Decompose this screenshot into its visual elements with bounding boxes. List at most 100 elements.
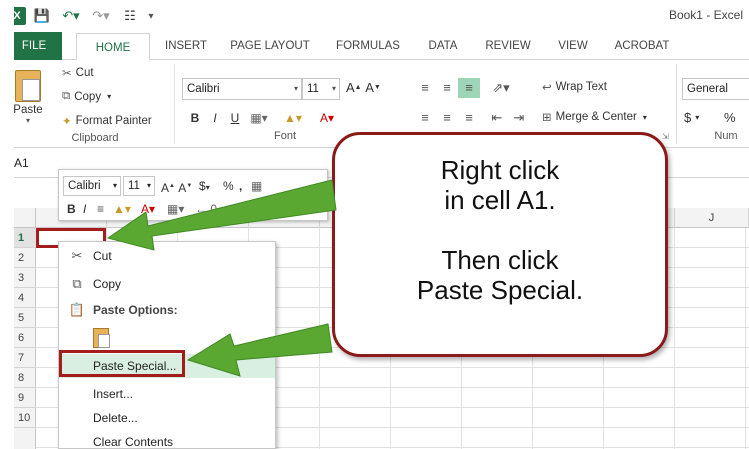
paste-special-highlight (59, 350, 185, 377)
column-header-j[interactable]: J (675, 208, 749, 228)
wrap-text-button[interactable]: ↩ Wrap Text (542, 80, 607, 94)
context-menu: ✂ Cut ⧉ Copy 📋 Paste Options: Paste Special… (58, 241, 276, 449)
row-header-3[interactable]: 3 (14, 268, 36, 288)
dialog-launcher-icon[interactable]: ⇲ (662, 132, 669, 141)
mini-font-color-icon[interactable]: A▾ (141, 200, 155, 218)
row-headers: 1 2 3 4 5 6 7 8 9 10 (14, 228, 36, 449)
tab-formulas[interactable]: FORMULAS (328, 32, 408, 60)
row-header-8[interactable]: 8 (14, 368, 36, 388)
align-bottom-icon[interactable]: ≡ (458, 78, 480, 98)
tab-file[interactable]: FILE (6, 32, 62, 60)
paste-option-icon[interactable] (91, 326, 111, 350)
mini-fill-color-icon[interactable]: ▲▾ (113, 200, 131, 218)
align-right-icon[interactable]: ≡ (458, 108, 480, 128)
underline-button[interactable]: U (226, 108, 244, 128)
cut-button[interactable]: ✂ Cut (62, 66, 94, 80)
merge-icon: ⊞ (542, 112, 552, 124)
fill-color-icon[interactable]: ▲▾ (276, 108, 310, 128)
number-format-combo[interactable]: General (682, 78, 749, 100)
align-middle-icon[interactable]: ≡ (436, 78, 458, 98)
font-group-label: Font (273, 130, 296, 142)
scissors-icon: ✂ (62, 68, 72, 80)
mini-grow-shrink-font[interactable]: A▲ A▼ (161, 177, 192, 195)
currency-button[interactable]: $ ▾ (684, 110, 699, 125)
mini-borders-icon[interactable]: ▦▾ (167, 200, 184, 218)
mini-bold-button[interactable]: B (67, 200, 76, 218)
format-painter-button[interactable]: ✦ Format Painter (62, 114, 152, 128)
copy-icon: ⧉ (72, 276, 82, 291)
chevron-down-icon: ▾ (146, 181, 151, 190)
callout-text: Right click in cell A1. Then click Paste… (416, 155, 584, 305)
scissors-icon: ✂ (71, 248, 83, 263)
ribbon-separator (676, 64, 677, 144)
font-color-icon[interactable]: A▾ (312, 108, 342, 128)
instruction-callout: Right click in cell A1. Then click Paste… (332, 132, 668, 357)
save-icon[interactable]: 💾 (34, 6, 50, 26)
row-header-9[interactable]: 9 (14, 388, 36, 408)
font-size-combo[interactable]: 11 ▾ (302, 78, 340, 100)
undo-icon[interactable]: ↶▾ (58, 6, 84, 26)
number-group-label: Num (714, 130, 738, 142)
decrease-indent-icon[interactable]: ⇤ (486, 108, 508, 128)
orientation-icon[interactable]: ⇗▾ (486, 78, 516, 98)
font-name-combo[interactable]: Calibri ▾ (182, 78, 302, 100)
borders-icon[interactable]: ▦▾ (246, 108, 272, 128)
select-all-corner[interactable] (14, 208, 36, 228)
italic-button[interactable]: I (206, 108, 224, 128)
row-header-4[interactable]: 4 (14, 288, 36, 308)
tab-review[interactable]: REVIEW (478, 32, 538, 60)
menu-item-copy[interactable]: ⧉ Copy (59, 272, 275, 296)
chevron-down-icon: ▾ (205, 183, 210, 192)
increase-indent-icon[interactable]: ⇥ (508, 108, 530, 128)
row-header-1[interactable]: 1 (14, 228, 36, 248)
tab-view[interactable]: VIEW (550, 32, 596, 60)
row-header-10[interactable]: 10 (14, 408, 36, 428)
tab-home[interactable]: HOME (76, 33, 150, 61)
align-top-icon[interactable]: ≡ (414, 78, 436, 98)
copy-icon: ⧉ (62, 90, 71, 102)
menu-item-delete[interactable]: Delete... (59, 406, 275, 430)
name-box[interactable]: A1 (14, 153, 60, 173)
mini-align-center-icon[interactable]: ≡ (97, 200, 104, 218)
mini-italic-button[interactable]: I (83, 200, 86, 218)
align-center-icon[interactable]: ≡ (436, 108, 458, 128)
mini-currency-button[interactable]: $▾ (199, 177, 210, 195)
chevron-down-icon: ▾ (25, 116, 30, 125)
tab-page-layout[interactable]: PAGE LAYOUT (222, 32, 318, 60)
mini-comma-button[interactable]: , (239, 177, 242, 195)
mini-font-combo[interactable]: Calibri ▾ (63, 176, 121, 196)
window-title: Book1 - Excel (668, 8, 743, 22)
copy-button[interactable]: ⧉ Copy ▾ (62, 90, 111, 103)
tab-data[interactable]: DATA (420, 32, 466, 60)
brush-icon: ✦ (62, 116, 72, 128)
percent-button[interactable]: % (724, 110, 736, 125)
align-left-icon[interactable]: ≡ (414, 108, 436, 128)
chevron-down-icon: ▾ (331, 84, 336, 93)
mini-toolbar: Calibri ▾ 11 ▾ A▲ A▼ $▾ % , ▦ B I ≡ ▲▾ A▾ … (58, 169, 328, 221)
grow-shrink-font-buttons[interactable]: A ▲ A ▼ (346, 80, 381, 95)
mini-decimal-icon[interactable]: ←.0 (195, 200, 217, 218)
paste-button[interactable]: Paste ▾ (8, 64, 48, 126)
customize-toolbar-icon[interactable]: ▾ (144, 6, 158, 26)
redo-icon[interactable]: ↷▾ (88, 6, 114, 26)
mini-size-combo[interactable]: 11 ▾ (123, 176, 155, 196)
menu-item-cut[interactable]: ✂ Cut (59, 244, 275, 268)
wrap-text-icon: ↩ (542, 82, 552, 94)
mini-format-painter-icon[interactable]: ✦ (229, 200, 239, 218)
menu-item-insert[interactable]: Insert... (59, 382, 275, 406)
tab-insert[interactable]: INSERT (160, 32, 212, 60)
merge-center-button[interactable]: ⊞ Merge & Center ▾ (542, 110, 647, 124)
print-preview-icon[interactable]: ☷ (120, 6, 140, 26)
bold-button[interactable]: B (186, 108, 204, 128)
row-header-2[interactable]: 2 (14, 248, 36, 268)
row-header-5[interactable]: 5 (14, 308, 36, 328)
mini-format-table-icon[interactable]: ▦ (251, 177, 262, 195)
row-header-7[interactable]: 7 (14, 348, 36, 368)
row-header-6[interactable]: 6 (14, 328, 36, 348)
chevron-down-icon: ▾ (642, 112, 647, 122)
ribbon-tabs: FILE HOME INSERT PAGE LAYOUT FORMULAS DA… (0, 32, 749, 61)
window-edge (0, 0, 14, 449)
menu-item-clear-contents[interactable]: Clear Contents (59, 430, 275, 449)
tab-acrobat[interactable]: ACROBAT (604, 32, 680, 60)
mini-percent-button[interactable]: % (223, 177, 234, 195)
